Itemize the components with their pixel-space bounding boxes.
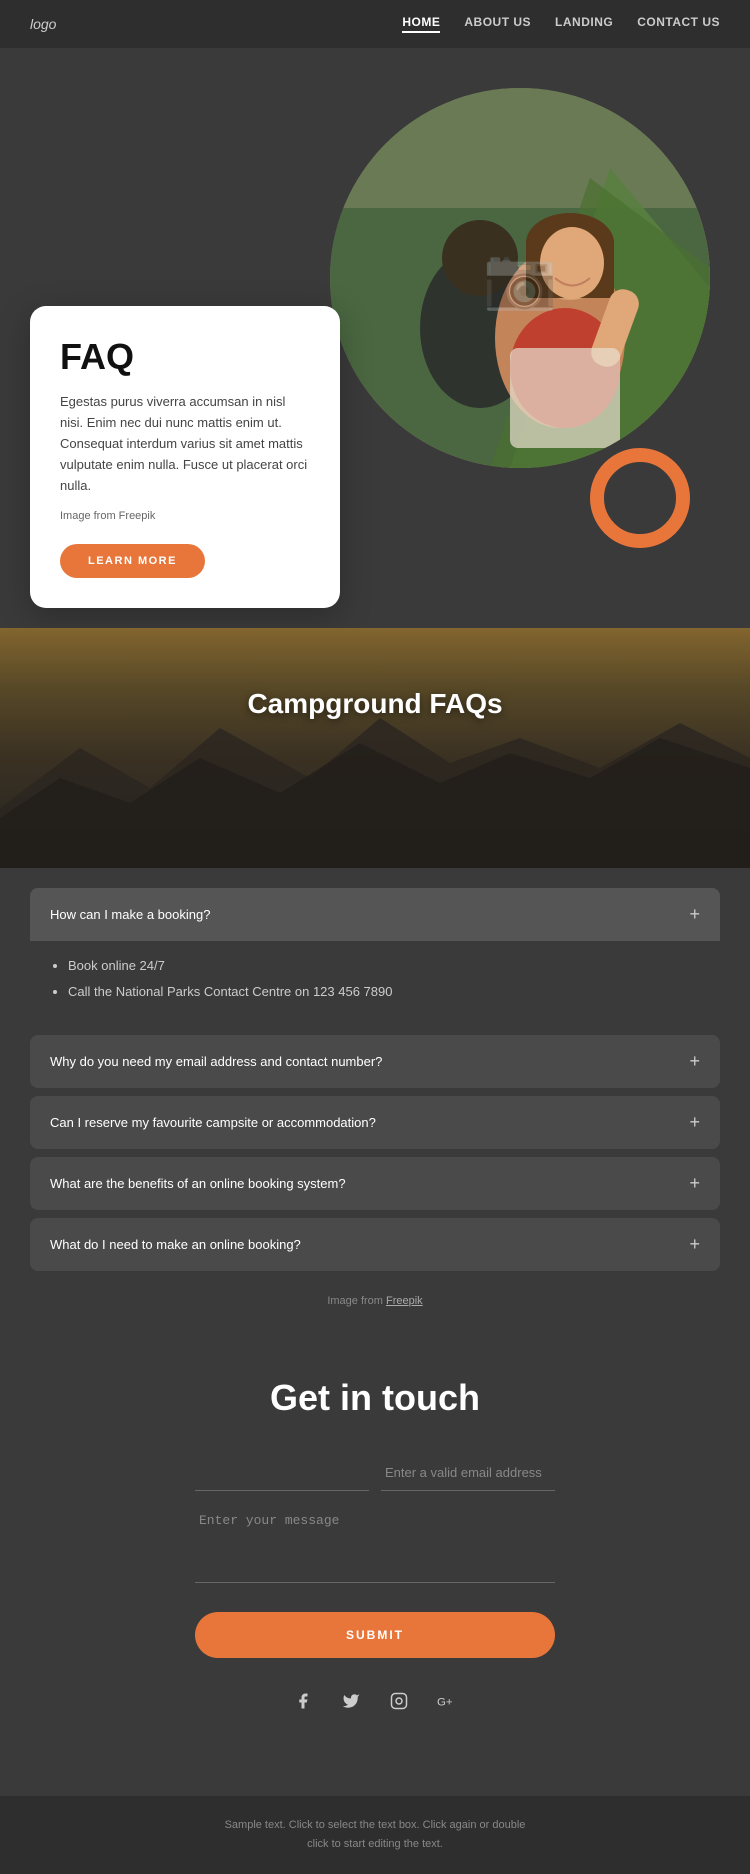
faq-plus-icon-2: + bbox=[689, 1051, 700, 1072]
faq-question-5[interactable]: What do I need to make an online booking… bbox=[30, 1218, 720, 1271]
faq-answer-1-item-2: Call the National Parks Contact Centre o… bbox=[68, 981, 700, 1003]
nav-landing[interactable]: LANDING bbox=[555, 15, 613, 33]
faq-question-5-text: What do I need to make an online booking… bbox=[50, 1237, 301, 1252]
social-icons: G+ bbox=[30, 1686, 720, 1716]
googleplus-icon[interactable]: G+ bbox=[432, 1686, 462, 1716]
faq-answer-1: Book online 24/7 Call the National Parks… bbox=[30, 941, 720, 1027]
faq-question-3[interactable]: Can I reserve my favourite campsite or a… bbox=[30, 1096, 720, 1149]
message-textarea[interactable] bbox=[195, 1503, 555, 1583]
campground-title: Campground FAQs bbox=[0, 628, 750, 760]
contact-form: SUBMIT bbox=[195, 1455, 555, 1686]
campground-faq-header: Campground FAQs bbox=[0, 628, 750, 868]
navbar: logo HOME ABOUT US LANDING CONTACT US bbox=[0, 0, 750, 48]
faq-question-4-text: What are the benefits of an online booki… bbox=[50, 1176, 346, 1191]
name-input[interactable] bbox=[195, 1455, 369, 1491]
faq-card-body: Egestas purus viverra accumsan in nisl n… bbox=[60, 392, 310, 496]
faq-image-credit: Image from Freepik bbox=[30, 1279, 720, 1317]
email-input[interactable] bbox=[381, 1455, 555, 1491]
contact-section: Get in touch SUBMIT bbox=[0, 1327, 750, 1796]
instagram-icon[interactable] bbox=[384, 1686, 414, 1716]
faq-answer-1-item-1: Book online 24/7 bbox=[68, 955, 700, 977]
facebook-icon[interactable] bbox=[288, 1686, 318, 1716]
faq-question-1[interactable]: How can I make a booking? + bbox=[30, 888, 720, 941]
faq-item-5: What do I need to make an online booking… bbox=[30, 1218, 720, 1271]
faq-item-2: Why do you need my email address and con… bbox=[30, 1035, 720, 1088]
logo: logo bbox=[30, 16, 56, 32]
faq-question-2-text: Why do you need my email address and con… bbox=[50, 1054, 382, 1069]
faq-question-3-text: Can I reserve my favourite campsite or a… bbox=[50, 1115, 376, 1130]
footer-text-1: Sample text. Click to select the text bo… bbox=[30, 1816, 720, 1835]
contact-title: Get in touch bbox=[30, 1377, 720, 1419]
faq-card-title: FAQ bbox=[60, 336, 310, 378]
faq-accordion: How can I make a booking? + Book online … bbox=[0, 868, 750, 1327]
faq-question-1-text: How can I make a booking? bbox=[50, 907, 210, 922]
nav-links: HOME ABOUT US LANDING CONTACT US bbox=[402, 15, 720, 33]
faq-card: FAQ Egestas purus viverra accumsan in ni… bbox=[30, 306, 340, 608]
learn-more-button[interactable]: LEARN MORE bbox=[60, 544, 205, 578]
hero-image-credit: Image from Freepik bbox=[60, 508, 310, 526]
faq-plus-icon-3: + bbox=[689, 1112, 700, 1133]
svg-text:G+: G+ bbox=[437, 1696, 453, 1708]
faq-question-4[interactable]: What are the benefits of an online booki… bbox=[30, 1157, 720, 1210]
submit-button[interactable]: SUBMIT bbox=[195, 1612, 555, 1658]
form-row-name-email bbox=[195, 1455, 555, 1491]
faq-question-2[interactable]: Why do you need my email address and con… bbox=[30, 1035, 720, 1088]
faq-plus-icon-4: + bbox=[689, 1173, 700, 1194]
faq-item-1: How can I make a booking? + Book online … bbox=[30, 888, 720, 1027]
hero-image bbox=[330, 88, 710, 468]
decorative-ring bbox=[590, 448, 690, 548]
faq-plus-icon-5: + bbox=[689, 1234, 700, 1255]
nav-home[interactable]: HOME bbox=[402, 15, 440, 33]
twitter-icon[interactable] bbox=[336, 1686, 366, 1716]
footer-text-2: click to start editing the text. bbox=[30, 1835, 720, 1854]
freepik-link[interactable]: Freepik bbox=[386, 1295, 423, 1307]
faq-item-3: Can I reserve my favourite campsite or a… bbox=[30, 1096, 720, 1149]
nav-contact[interactable]: CONTACT US bbox=[637, 15, 720, 33]
faq-item-4: What are the benefits of an online booki… bbox=[30, 1157, 720, 1210]
nav-about[interactable]: ABOUT US bbox=[464, 15, 531, 33]
footer: Sample text. Click to select the text bo… bbox=[0, 1796, 750, 1873]
faq-plus-icon-1: + bbox=[689, 904, 700, 925]
hero-section: FAQ Egestas purus viverra accumsan in ni… bbox=[0, 48, 750, 628]
